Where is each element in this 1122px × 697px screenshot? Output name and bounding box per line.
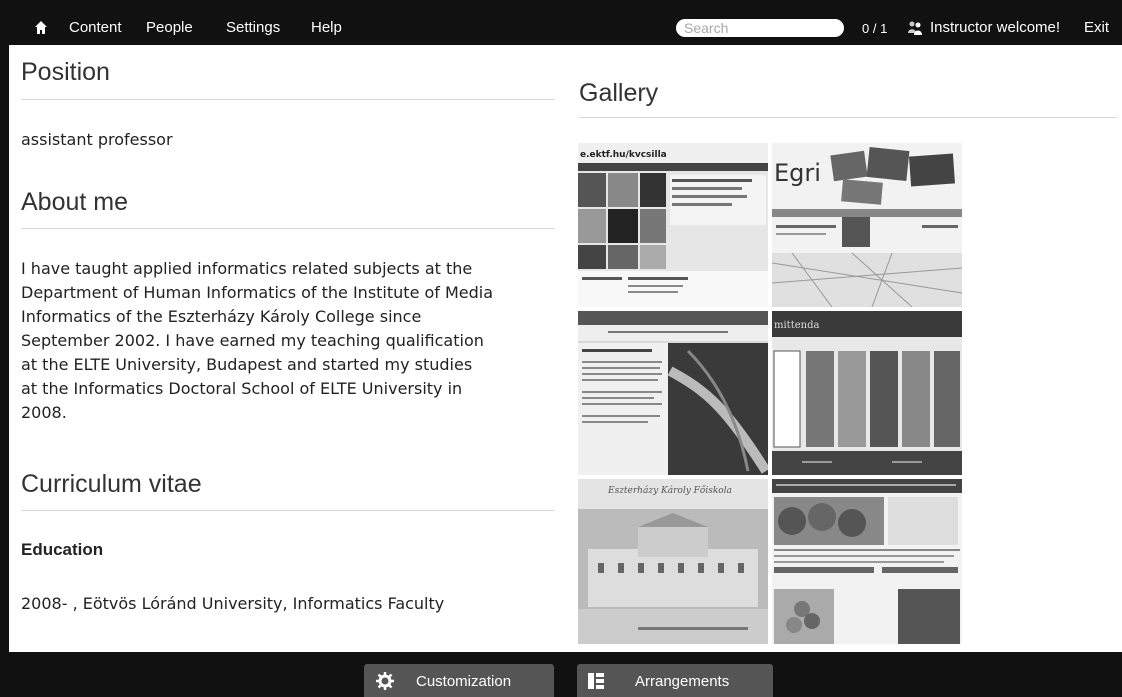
position-heading: Position — [21, 58, 110, 86]
thumb-college-caption: Eszterházy Károly Főiskola — [607, 485, 732, 496]
divider — [579, 117, 1117, 118]
nav-settings[interactable]: Settings — [226, 20, 280, 36]
bottom-toolbar — [0, 652, 1122, 697]
online-user-count: 0 / 1 — [862, 21, 888, 36]
home-icon[interactable] — [34, 20, 48, 36]
search-input[interactable] — [676, 19, 844, 37]
top-navigation-bar: Content People Settings Help 0 / 1 Instr… — [0, 0, 1122, 45]
gallery-thumbnail[interactable] — [578, 311, 768, 475]
cv-heading: Curriculum vitae — [21, 470, 202, 498]
thumb-egri-logo: Egri — [774, 159, 821, 187]
about-line: Informatics of the Eszterházy Károly Col… — [21, 307, 422, 326]
arrangements-button[interactable]: Arrangements — [577, 664, 773, 697]
about-line: at the Informatics Doctoral School of EL… — [21, 379, 463, 398]
arrangements-icon — [588, 673, 604, 689]
gallery-thumbnail[interactable]: e.ektf.hu/kvcsilla — [578, 143, 768, 307]
nav-people[interactable]: People — [146, 20, 193, 36]
divider — [21, 99, 555, 100]
gallery-thumbnail[interactable] — [772, 479, 962, 644]
thumb-site-url: e.ektf.hu/kvcsilla — [580, 150, 667, 160]
customization-label: Customization — [416, 673, 512, 690]
gallery-thumbnail[interactable]: Egri — [772, 143, 962, 307]
education-heading: Education — [21, 540, 104, 559]
divider — [21, 228, 555, 229]
left-edge — [0, 45, 9, 652]
about-line: Department of Human Informatics of the I… — [21, 283, 494, 302]
gear-icon — [376, 672, 394, 690]
users-icon[interactable] — [907, 20, 923, 36]
divider — [21, 510, 555, 511]
about-heading: About me — [21, 188, 129, 216]
about-line: I have taught applied informatics relate… — [21, 259, 473, 278]
about-text: I have taught applied informatics relate… — [21, 257, 493, 425]
nav-content[interactable]: Content — [69, 20, 122, 36]
gallery-title: Gallery — [579, 79, 659, 107]
gallery-thumbnail[interactable]: mittenda — [772, 311, 962, 475]
thumb-site-header: mittenda — [774, 320, 819, 331]
about-line: at the ELTE University, Budapest and sta… — [21, 355, 473, 374]
education-item: 2008- , Eötvös Lóránd University, Inform… — [21, 594, 445, 613]
customization-button[interactable]: Customization — [364, 664, 554, 697]
arrangements-label: Arrangements — [635, 673, 730, 690]
about-line: September 2002. I have earned my teachin… — [21, 331, 484, 350]
nav-help[interactable]: Help — [311, 20, 342, 36]
gallery-thumbnail[interactable]: Eszterházy Károly Főiskola — [578, 479, 768, 644]
exit-link[interactable]: Exit — [1084, 20, 1109, 36]
position-value: assistant professor — [21, 130, 173, 149]
about-line: 2008. — [21, 403, 67, 422]
welcome-message: Instructor welcome! — [930, 19, 1061, 36]
